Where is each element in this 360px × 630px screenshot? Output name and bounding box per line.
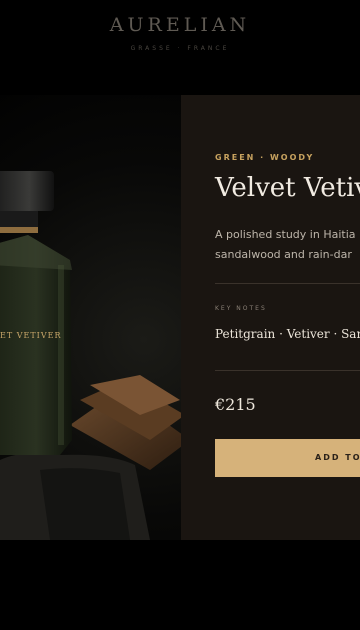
description-line-1: A polished study in Haitia [215,228,356,241]
product-price: €215 [215,395,256,414]
divider [215,283,360,284]
product-title: Velvet Vetiv [215,173,360,203]
bottle-label: ET VETIVER [0,331,62,340]
product-description: A polished study in Haitia sandalwood an… [215,225,360,265]
key-notes-label: KEY NOTES [215,305,267,312]
description-line-2: sandalwood and rain-dar [215,248,352,261]
brand-tagline: GRASSE · FRANCE [130,45,230,52]
key-notes-list: Petitgrain · Vetiver · Sar [215,327,360,341]
divider [215,370,360,371]
scent-family: GREEN · WOODY [215,153,315,162]
brand-logo[interactable]: AURELIAN [0,14,360,36]
add-to-cart-button[interactable]: ADD TO [215,439,360,477]
product-card: GREEN · WOODY Velvet Vetiv A polished st… [181,95,360,540]
